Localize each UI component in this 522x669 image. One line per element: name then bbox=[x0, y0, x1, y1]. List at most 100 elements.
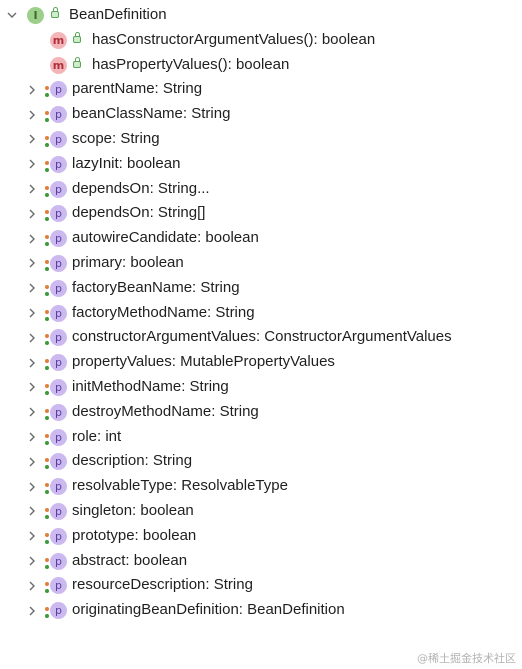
tree-row-property[interactable]: p originatingBeanDefinition: BeanDefiniti… bbox=[0, 598, 522, 623]
chevron-right-icon[interactable] bbox=[25, 375, 39, 400]
public-lock-icon bbox=[73, 56, 81, 68]
tree-row-label: singleton: boolean bbox=[72, 501, 194, 519]
tree-row-property[interactable]: p prototype: boolean bbox=[0, 524, 522, 549]
property-icon: p bbox=[50, 254, 67, 272]
accessor-dots-icon bbox=[45, 109, 49, 123]
tree-row-label: BeanDefinition bbox=[69, 6, 167, 23]
chevron-right-icon[interactable] bbox=[25, 276, 39, 301]
chevron-right-icon[interactable] bbox=[25, 251, 39, 276]
tree-row-label: resolvableType: ResolvableType bbox=[72, 477, 288, 495]
chevron-right-icon[interactable] bbox=[25, 598, 39, 623]
chevron-right-icon[interactable] bbox=[25, 474, 39, 499]
tree-row-property[interactable]: p description: String bbox=[0, 449, 522, 474]
tree-row-label: factoryBeanName: String bbox=[72, 278, 240, 296]
chevron-right-icon[interactable] bbox=[25, 77, 39, 102]
tree-row-label: factoryMethodName: String bbox=[72, 303, 255, 321]
tree-row-method[interactable]: m hasPropertyValues(): boolean bbox=[0, 53, 522, 78]
tree-row-property[interactable]: p scope: String bbox=[0, 127, 522, 152]
accessor-dots-icon bbox=[45, 208, 49, 222]
property-icon: p bbox=[50, 304, 67, 322]
tree-row-label: prototype: boolean bbox=[72, 526, 197, 544]
accessor-dots-icon bbox=[45, 456, 49, 470]
chevron-right-icon[interactable] bbox=[25, 499, 39, 524]
method-icon: m bbox=[50, 31, 67, 49]
tree-row-label: autowireCandidate: boolean bbox=[72, 229, 259, 247]
tree-row-property[interactable]: p parentName: String bbox=[0, 77, 522, 102]
property-icon: p bbox=[50, 403, 67, 421]
property-icon: p bbox=[50, 230, 67, 248]
tree-row-label: constructorArgumentValues: ConstructorAr… bbox=[72, 328, 452, 346]
property-icon: p bbox=[50, 279, 67, 297]
tree-row-property[interactable]: p autowireCandidate: boolean bbox=[0, 226, 522, 251]
accessor-dots-icon bbox=[45, 506, 49, 520]
tree-row-property[interactable]: p resolvableType: ResolvableType bbox=[0, 474, 522, 499]
tree-row-property[interactable]: p constructorArgumentValues: ConstructorA… bbox=[0, 325, 522, 350]
property-icon: p bbox=[50, 329, 67, 347]
property-icon: p bbox=[50, 205, 67, 223]
method-icon: m bbox=[50, 56, 67, 74]
tree-row-property[interactable]: p propertyValues: MutablePropertyValues bbox=[0, 350, 522, 375]
tree-row-property[interactable]: p lazyInit: boolean bbox=[0, 152, 522, 177]
tree-row-label: beanClassName: String bbox=[72, 105, 231, 123]
chevron-right-icon[interactable] bbox=[25, 102, 39, 127]
chevron-right-icon[interactable] bbox=[25, 325, 39, 350]
tree-row-property[interactable]: p resourceDescription: String bbox=[0, 573, 522, 598]
chevron-right-icon[interactable] bbox=[25, 400, 39, 425]
chevron-right-icon[interactable] bbox=[25, 350, 39, 375]
accessor-dots-icon bbox=[45, 605, 49, 619]
property-icon: p bbox=[50, 453, 67, 471]
tree-row-label: initMethodName: String bbox=[72, 377, 229, 395]
property-icon: p bbox=[50, 106, 67, 124]
property-icon: p bbox=[50, 552, 67, 570]
chevron-right-icon[interactable] bbox=[25, 449, 39, 474]
property-icon: p bbox=[50, 428, 67, 446]
accessor-dots-icon bbox=[45, 432, 49, 446]
chevron-right-icon[interactable] bbox=[25, 177, 39, 202]
chevron-right-icon[interactable] bbox=[25, 201, 39, 226]
tree-row-property[interactable]: p primary: boolean bbox=[0, 251, 522, 276]
tree-row-label: resourceDescription: String bbox=[72, 576, 253, 594]
chevron-right-icon[interactable] bbox=[25, 425, 39, 450]
property-icon: p bbox=[50, 130, 67, 148]
tree-row-label: propertyValues: MutablePropertyValues bbox=[72, 353, 335, 371]
tree-row-property[interactable]: p destroyMethodName: String bbox=[0, 400, 522, 425]
chevron-right-icon[interactable] bbox=[25, 573, 39, 598]
tree-row-property[interactable]: p dependsOn: String[] bbox=[0, 201, 522, 226]
tree-row-property[interactable]: p abstract: boolean bbox=[0, 549, 522, 574]
tree-row-property[interactable]: p beanClassName: String bbox=[0, 102, 522, 127]
tree-row-label: description: String bbox=[72, 452, 193, 470]
tree-row-property[interactable]: p factoryBeanName: String bbox=[0, 276, 522, 301]
property-icon: p bbox=[50, 180, 67, 198]
accessor-dots-icon bbox=[45, 233, 49, 247]
chevron-right-icon[interactable] bbox=[25, 549, 39, 574]
accessor-dots-icon bbox=[45, 481, 49, 495]
tree-row-property[interactable]: p factoryMethodName: String bbox=[0, 301, 522, 326]
interface-icon: I bbox=[27, 7, 44, 24]
tree-row-root[interactable]: I BeanDefinition bbox=[0, 3, 522, 28]
tree-row-property[interactable]: p initMethodName: String bbox=[0, 375, 522, 400]
tree-row-property[interactable]: p role: int bbox=[0, 425, 522, 450]
accessor-dots-icon bbox=[45, 159, 49, 173]
accessor-dots-icon bbox=[45, 308, 49, 322]
accessor-dots-icon bbox=[45, 134, 49, 148]
accessor-dots-icon bbox=[45, 407, 49, 421]
tree-row-label: lazyInit: boolean bbox=[72, 154, 181, 172]
chevron-right-icon[interactable] bbox=[25, 524, 39, 549]
tree-row-label: parentName: String bbox=[72, 80, 203, 98]
tree-row-property[interactable]: p singleton: boolean bbox=[0, 499, 522, 524]
property-icon: p bbox=[50, 155, 67, 173]
property-icon: p bbox=[50, 81, 67, 99]
tree-row-label: scope: String bbox=[72, 129, 160, 147]
chevron-right-icon[interactable] bbox=[25, 152, 39, 177]
accessor-dots-icon bbox=[45, 184, 49, 198]
accessor-dots-icon bbox=[45, 332, 49, 346]
chevron-right-icon[interactable] bbox=[25, 226, 39, 251]
chevron-right-icon[interactable] bbox=[25, 301, 39, 326]
chevron-down-icon[interactable] bbox=[5, 3, 19, 28]
tree-row-method[interactable]: m hasConstructorArgumentValues(): boolean bbox=[0, 28, 522, 53]
tree-row-label: dependsOn: String[] bbox=[72, 204, 206, 222]
tree-row-property[interactable]: p dependsOn: String... bbox=[0, 177, 522, 202]
chevron-right-icon[interactable] bbox=[25, 127, 39, 152]
accessor-dots-icon bbox=[45, 283, 49, 297]
tree-row-label: primary: boolean bbox=[72, 253, 184, 271]
